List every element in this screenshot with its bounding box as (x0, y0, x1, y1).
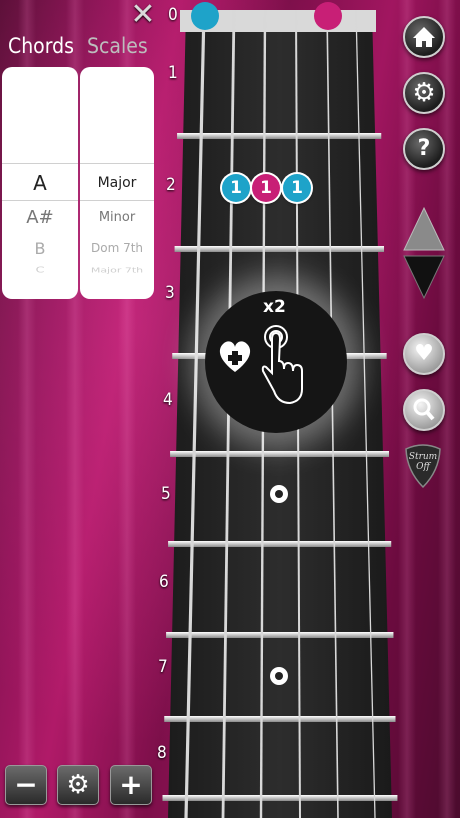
search-icon[interactable] (403, 389, 445, 431)
fret-number: 3 (165, 283, 175, 303)
double-tap-tutorial: x2 (205, 291, 347, 433)
up-arrow-icon[interactable] (402, 206, 446, 252)
picker-item[interactable]: Major 7th (80, 267, 154, 275)
settings-icon[interactable]: ⚙ (57, 765, 99, 805)
note-dot[interactable]: 1 (252, 174, 280, 202)
fret-number: 5 (161, 484, 171, 504)
fret-wire (164, 716, 396, 722)
strum-off-pick-icon[interactable]: Strum Off (403, 443, 443, 489)
heart-icon[interactable]: ♥ (403, 333, 445, 375)
add-button[interactable]: + (110, 765, 152, 805)
fret-number: 6 (159, 572, 169, 592)
fret-number: 2 (166, 175, 176, 195)
tab-scales[interactable]: Scales (87, 34, 148, 58)
open-string-dot[interactable] (191, 2, 219, 30)
open-string-dot[interactable] (314, 2, 342, 30)
fret-wire (168, 541, 392, 547)
fret-wire (166, 632, 394, 638)
fret-number: 0 (168, 5, 178, 25)
chord-picker[interactable]: A A# B C Major Minor Dom 7th Major 7th (2, 67, 154, 299)
picker-item[interactable]: B (2, 239, 78, 258)
fret-number: 8 (157, 743, 167, 763)
picker-item[interactable]: C (2, 266, 78, 275)
fret-number: 4 (163, 390, 173, 410)
fret-wire (170, 451, 390, 457)
note-dot[interactable]: 1 (283, 174, 311, 202)
chord-quality-wheel[interactable]: Major Minor Dom 7th Major 7th (80, 67, 154, 299)
close-icon[interactable]: ✕ (129, 0, 157, 30)
heart-plus-icon (219, 341, 251, 372)
note-dot[interactable]: 1 (222, 174, 250, 202)
tab-chords[interactable]: Chords (8, 34, 74, 58)
root-note-wheel[interactable]: A A# B C (2, 67, 78, 299)
remove-button[interactable]: − (5, 765, 47, 805)
double-tap-hand-icon (261, 325, 303, 405)
help-icon[interactable]: ? (403, 128, 445, 170)
pick-label: Strum Off (408, 452, 438, 472)
settings-icon[interactable]: ⚙ (403, 72, 445, 114)
tap-count-label: x2 (263, 297, 286, 317)
fret-number: 1 (168, 63, 178, 83)
fret-wire (177, 133, 382, 139)
picker-item[interactable]: Minor (80, 210, 154, 225)
fret-wire (174, 246, 385, 252)
down-arrow-icon[interactable] (402, 254, 446, 300)
picker-item[interactable]: Dom 7th (80, 241, 154, 255)
picker-item[interactable]: A (2, 171, 78, 195)
fret-wire (162, 795, 398, 801)
picker-item[interactable]: Major (80, 175, 154, 191)
home-icon[interactable] (403, 16, 445, 58)
fret-number: 7 (158, 657, 168, 677)
picker-item[interactable]: A# (2, 207, 78, 228)
